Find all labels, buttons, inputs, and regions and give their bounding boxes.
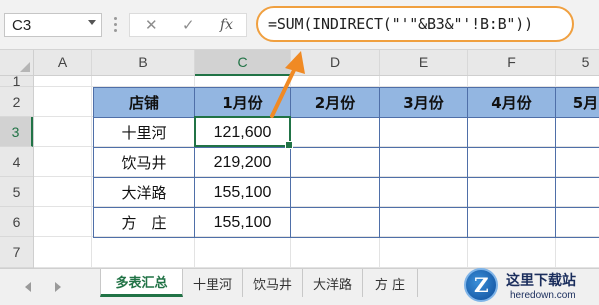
jan-value-cell[interactable]: 155,100 [195,208,291,238]
store-name-cell[interactable]: 方 庄 [94,208,195,238]
empty-cell[interactable] [468,178,556,208]
data-table: 店铺 1月份 2月份 3月份 4月份 5月 十里河 121,600 饮马井 219,200 大洋路 1… [93,87,599,238]
selected-cell-outline [194,116,293,149]
check-icon[interactable]: ✓ [182,16,195,34]
jan-value-cell[interactable]: 219,200 [195,148,291,178]
empty-cell[interactable] [380,208,468,238]
column-headers: ABCDEF5 [34,50,599,76]
empty-cell[interactable] [468,148,556,178]
table-header-cell: 4月份 [468,88,556,118]
sheet-tab-1[interactable]: 多表汇总 [100,269,183,297]
table-header-cell: 2月份 [291,88,380,118]
row-header-2[interactable]: 2 [0,87,33,117]
tab-prev-icon[interactable] [25,282,31,292]
fill-handle[interactable] [285,141,293,149]
row-headers: 1234567 [0,74,34,268]
table-header-cell: 3月份 [380,88,468,118]
row-header-4[interactable]: 4 [0,147,33,177]
name-box-value: C3 [12,17,32,34]
empty-cell[interactable] [291,208,380,238]
empty-cell[interactable] [556,148,599,178]
chevron-down-icon[interactable] [88,20,96,25]
empty-cell[interactable] [291,148,380,178]
jan-value-cell[interactable]: 155,100 [195,178,291,208]
empty-cell[interactable] [556,118,599,148]
empty-cell[interactable] [468,118,556,148]
column-header-a[interactable]: A [34,50,92,75]
sheet-tab-5[interactable]: 方 庄 [363,269,418,297]
fx-icon[interactable]: fx [220,17,233,33]
empty-cell[interactable] [380,118,468,148]
column-header-f[interactable]: F [468,50,556,75]
store-name-cell[interactable]: 大洋路 [94,178,195,208]
empty-cell[interactable] [556,208,599,238]
empty-cell[interactable] [556,178,599,208]
column-header-e[interactable]: E [380,50,468,75]
row-header-5[interactable]: 5 [0,177,33,207]
row-header-1[interactable]: 1 [0,74,33,88]
empty-cell[interactable] [291,118,380,148]
sheet-tab-3[interactable]: 饮马井 [243,269,303,297]
sheet-tab-2[interactable]: 十里河 [183,269,243,297]
store-name-cell[interactable]: 饮马井 [94,148,195,178]
site-logo-icon: Z [464,268,498,302]
sheet-tab-4[interactable]: 大洋路 [303,269,363,297]
name-box[interactable]: C3 [4,13,102,37]
formula-input[interactable]: =SUM(INDIRECT("'"&B3&"'!B:B")) [256,6,574,42]
empty-cell[interactable] [468,208,556,238]
table-header-cell: 1月份 [195,88,291,118]
spreadsheet-grid[interactable]: 店铺 1月份 2月份 3月份 4月份 5月 十里河 121,600 饮马井 219,200 大洋路 1… [34,76,599,268]
watermark: Z 这里下载站 heredown.com [462,266,598,304]
row-header-3[interactable]: 3 [0,117,33,147]
column-header-c[interactable]: C [195,50,291,76]
watermark-url: heredown.com [510,290,576,301]
dots-icon[interactable] [113,14,119,36]
column-header-b[interactable]: B [92,50,195,75]
empty-cell[interactable] [291,178,380,208]
table-header-cell: 店铺 [94,88,195,118]
gridline [91,76,92,268]
row-header-6[interactable]: 6 [0,207,33,237]
column-header-5[interactable]: 5 [556,50,599,75]
table-header-cell: 5月 [556,88,599,118]
formula-tools: ✕ ✓ fx [129,13,247,37]
cancel-icon[interactable]: ✕ [145,16,158,34]
empty-cell[interactable] [380,178,468,208]
formula-text: =SUM(INDIRECT("'"&B3&"'!B:B")) [268,15,533,33]
watermark-title: 这里下载站 [506,273,576,289]
column-header-d[interactable]: D [291,50,380,75]
store-name-cell[interactable]: 十里河 [94,118,195,148]
tab-next-icon[interactable] [55,282,61,292]
formula-bar: C3 ✕ ✓ fx =SUM(INDIRECT("'"&B3&"'!B:B")) [0,0,599,50]
row-header-7[interactable]: 7 [0,237,33,268]
empty-cell[interactable] [380,148,468,178]
